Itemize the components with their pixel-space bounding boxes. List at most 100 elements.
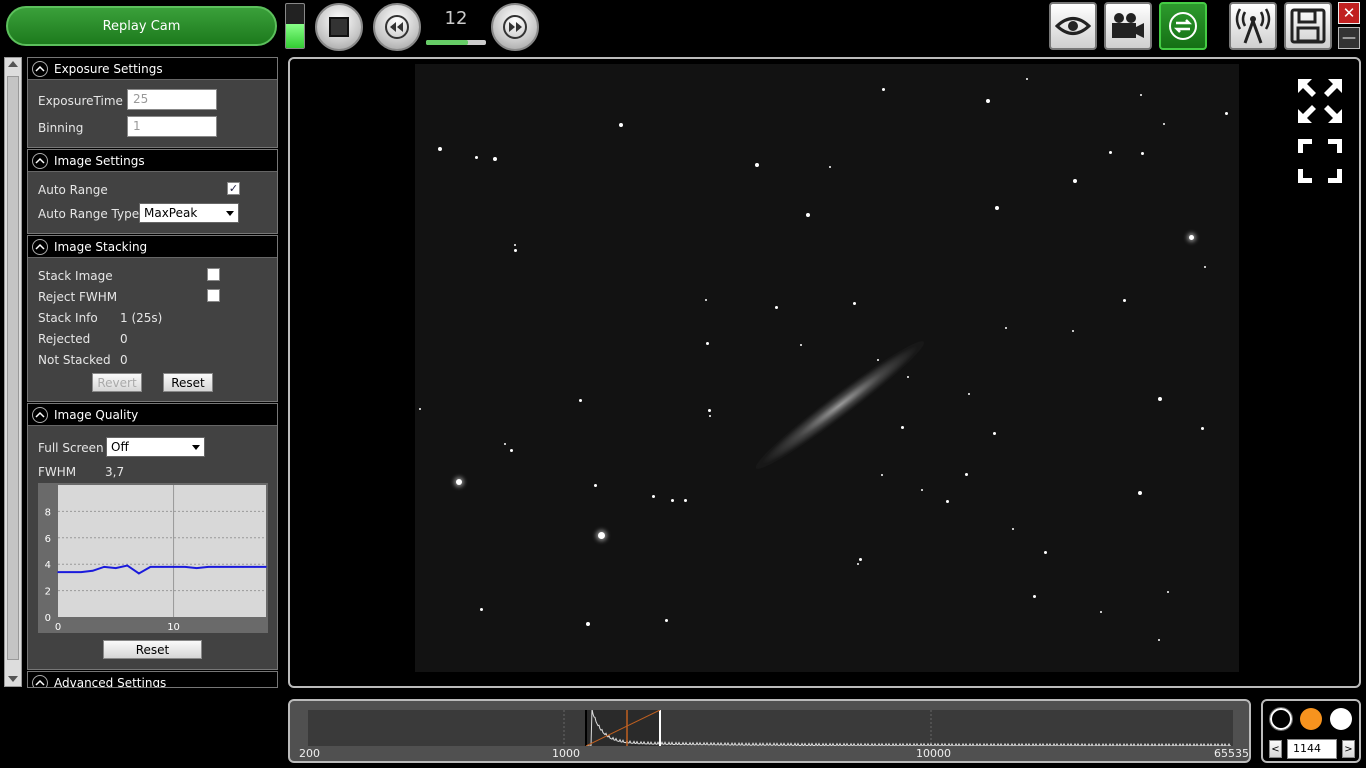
loop-icon: [1169, 12, 1197, 40]
scroll-up-icon[interactable]: [8, 61, 18, 67]
binning-field[interactable]: 1: [127, 116, 217, 137]
advanced-settings-header[interactable]: Advanced Settings: [28, 672, 277, 687]
star: [707, 408, 711, 412]
histogram-plot[interactable]: [308, 710, 1233, 746]
y-tick-label: 6: [45, 534, 51, 545]
star: [513, 248, 517, 252]
reset-stack-button[interactable]: Reset: [163, 373, 213, 392]
star: [593, 483, 597, 487]
star: [1167, 591, 1169, 593]
scroll-down-icon[interactable]: [8, 676, 18, 682]
minimize-icon: —: [1342, 30, 1356, 46]
y-tick-label: 8: [45, 507, 51, 518]
fast-forward-button[interactable]: [491, 3, 539, 51]
scrollbar-thumb[interactable]: [7, 76, 19, 660]
reset-quality-button[interactable]: Reset: [103, 640, 202, 659]
zoom-in-icon[interactable]: [1296, 77, 1344, 125]
image-stacking-header[interactable]: Image Stacking: [28, 236, 277, 258]
y-tick-label: 2: [45, 587, 51, 598]
fullscreen-icon[interactable]: [1296, 137, 1344, 185]
black-color-swatch[interactable]: [1269, 707, 1293, 731]
exposure-time-label: ExposureTime: [38, 94, 123, 108]
value-field[interactable]: 1144: [1287, 739, 1337, 759]
collapse-icon[interactable]: [32, 152, 48, 169]
fwhm-point: [57, 571, 59, 573]
star: [945, 499, 949, 503]
camera-button[interactable]: [1104, 2, 1152, 50]
auto-range-type-select[interactable]: MaxPeak: [139, 203, 239, 223]
save-button[interactable]: [1284, 2, 1332, 50]
fwhm-point: [242, 566, 244, 568]
exposure-time-field[interactable]: 25: [127, 89, 217, 110]
antenna-icon: [1235, 8, 1271, 44]
star: [1204, 266, 1206, 268]
star: [578, 398, 582, 402]
frame-counter: 12: [444, 8, 468, 29]
signal-level-fill: [286, 23, 304, 48]
star: [438, 147, 442, 151]
star: [670, 498, 674, 502]
stop-button[interactable]: [315, 3, 363, 51]
star: [800, 344, 802, 346]
not-stacked-value: 0: [120, 353, 128, 367]
check-icon: ✓: [228, 182, 239, 195]
advanced-settings-section: Advanced Settings: [27, 671, 278, 688]
image-quality-header[interactable]: Image Quality: [28, 404, 277, 426]
dropdown-arrow-icon: [226, 211, 234, 216]
frame-progress: [426, 40, 486, 45]
white-color-swatch[interactable]: [1330, 708, 1352, 730]
star: [1163, 123, 1165, 125]
collapse-icon[interactable]: [32, 674, 48, 687]
orange-color-swatch[interactable]: [1300, 708, 1322, 730]
sidebar-scrollbar[interactable]: [4, 57, 22, 687]
star: [493, 157, 497, 161]
fwhm-chart: 0 2 4 6 8 0 10: [38, 483, 268, 633]
previous-button[interactable]: <: [1269, 740, 1282, 758]
collapse-icon[interactable]: [32, 60, 48, 77]
star: [509, 448, 513, 452]
auto-range-checkbox[interactable]: ✓: [227, 182, 240, 195]
collapse-icon[interactable]: [32, 238, 48, 255]
full-screen-select[interactable]: Off: [106, 437, 205, 457]
minimize-button[interactable]: —: [1338, 27, 1360, 49]
star: [651, 494, 655, 498]
star: [1073, 179, 1077, 183]
preview-button[interactable]: [1049, 2, 1097, 50]
rewind-button[interactable]: [373, 3, 421, 51]
image-settings-header[interactable]: Image Settings: [28, 150, 277, 172]
fwhm-point: [138, 572, 140, 575]
loop-button[interactable]: [1159, 2, 1207, 50]
revert-button[interactable]: Revert: [92, 373, 142, 392]
histogram-panel[interactable]: 200 1000 10000 65535: [288, 699, 1251, 763]
fwhm-label: FWHM: [38, 465, 77, 479]
exposure-settings-section: Exposure Settings ExposureTime 25 Binnin…: [27, 57, 278, 148]
fwhm-point: [161, 566, 163, 568]
star: [881, 87, 885, 91]
next-button[interactable]: >: [1342, 740, 1355, 758]
star: [514, 244, 516, 246]
image-viewport[interactable]: [288, 57, 1361, 688]
reject-fwhm-checkbox[interactable]: [207, 289, 220, 302]
star: [1108, 150, 1112, 154]
auto-range-type-value: MaxPeak: [144, 206, 198, 220]
stack-image-checkbox[interactable]: [207, 268, 220, 281]
fwhm-point: [253, 566, 256, 568]
star: [968, 393, 970, 395]
star: [504, 443, 506, 445]
star: [1122, 298, 1126, 302]
histogram-label: 65535: [1214, 747, 1249, 760]
collapse-icon[interactable]: [32, 406, 48, 423]
stop-icon: [329, 17, 349, 37]
star: [664, 618, 668, 622]
dropdown-arrow-icon: [192, 445, 200, 450]
replay-cam-button[interactable]: Replay Cam: [6, 6, 277, 46]
fwhm-point: [80, 571, 82, 573]
auto-range-type-label: Auto Range Type: [38, 207, 140, 221]
exposure-settings-header[interactable]: Exposure Settings: [28, 58, 277, 80]
astro-image[interactable]: [415, 64, 1239, 672]
star: [774, 305, 778, 309]
star: [1005, 327, 1007, 329]
star: [806, 213, 810, 217]
close-button[interactable]: ✕: [1338, 2, 1360, 24]
broadcast-button[interactable]: [1229, 2, 1277, 50]
